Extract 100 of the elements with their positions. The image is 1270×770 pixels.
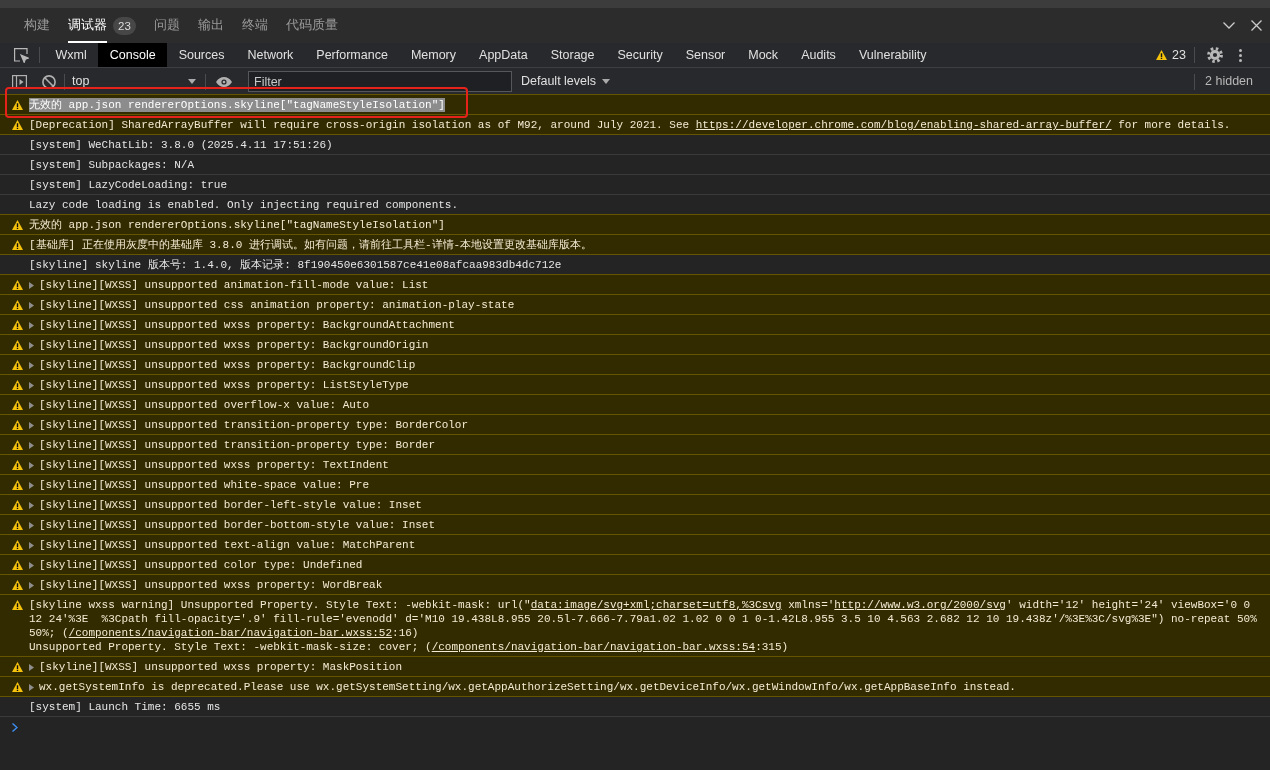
- console-message: [skyline][WXSS] unsupported wxss property: TextIndent: [39, 458, 389, 472]
- console-message: 无效的 app.json rendererOptions.skyline["tagNameStyleIsolation"]: [29, 218, 445, 232]
- devtools-tab[interactable]: Audits: [789, 43, 848, 67]
- sidebar-toggle-icon[interactable]: [12, 74, 27, 89]
- devtools-tab[interactable]: Network: [236, 43, 305, 67]
- link[interactable]: http://www.w3.org/2000/svg: [834, 599, 1006, 611]
- warning-icon: [1156, 50, 1168, 60]
- warning-icon: [12, 500, 23, 510]
- caret-icon[interactable]: [29, 481, 34, 489]
- warning-icon: [12, 240, 23, 250]
- warning-icon: [12, 580, 23, 590]
- panel-tab[interactable]: 终端: [232, 8, 277, 43]
- caret-icon[interactable]: [29, 521, 34, 529]
- console-message: [skyline][WXSS] unsupported wxss property: ListStyleType: [39, 378, 409, 392]
- devtools-tab[interactable]: Mock: [736, 43, 790, 67]
- count-badge: 23: [113, 16, 136, 35]
- warning-icon: [12, 600, 23, 610]
- devtools-tab[interactable]: Sources: [167, 43, 236, 67]
- caret-icon: [188, 79, 196, 84]
- console-message: Lazy code loading is enabled. Only injecting required components.: [29, 198, 459, 212]
- console-message: [Deprecation] SharedArrayBuffer will require cross-origin isolation as of M92, around July 2021. See https://developer.chrome.com/blog/enabling-shared-array-buffer/ for more details.: [29, 118, 1231, 132]
- close-icon[interactable]: [1251, 20, 1262, 31]
- console-message: [skyline wxss warning] Unsupported Property. Style Text: -webkit-mask: url("data:image/svg+xml;charset=utf8,%3Csvg xmlns='http://www.w3.org/2000/svg' width='12' height='24' viewBox='0 0 12 24'%3E %3Cpath fill-opacity='.9' fill-rule='evenodd' d='M10 19.438L8.955 20.5l-7.666-7.79a1.02 1.02 0 0 1 0-1.42L8.955 3.5 10 4.563 2.682 12 10 19.438z'/%3E%3C/svg%3E") no-repeat 50% 50%; (/components/navigation-bar/navigation-bar.wxss:52:16) Unsupported Property. Style Text: -webkit-mask-size: cover; (/components/navigation-bar/navigation-bar.wxss:54:315): [29, 598, 1258, 654]
- console-message: [system] WeChatLib: 3.8.0 (2025.4.11 17:51:26): [29, 138, 333, 152]
- warning-icon: [12, 420, 23, 430]
- devtools-tab[interactable]: Sensor: [674, 43, 737, 67]
- caret-icon[interactable]: [29, 663, 34, 671]
- more-icon[interactable]: [1239, 48, 1242, 62]
- caret-icon[interactable]: [29, 541, 34, 549]
- console-message: [skyline][WXSS] unsupported overflow-x value: Auto: [39, 398, 370, 412]
- console-message: [system] Subpackages: N/A: [29, 158, 195, 172]
- link[interactable]: data:image/svg+xml;charset=utf8,%3Csvg: [530, 599, 782, 611]
- console-message: [system] Launch Time: 6655 ms: [29, 700, 221, 714]
- console-message: [skyline] skyline 版本号: 1.4.0, 版本记录: 8f190450e6301587ce41e08afcaa983db4dc712e: [29, 258, 562, 272]
- panel-tab[interactable]: 构建: [15, 8, 59, 43]
- warning-icon: [12, 220, 23, 230]
- warning-icon: [12, 340, 23, 350]
- console-message: [skyline][WXSS] unsupported wxss property: WordBreak: [39, 578, 383, 592]
- warning-icon: [12, 360, 23, 370]
- warning-icon: [12, 480, 23, 490]
- warning-icon: [12, 682, 23, 692]
- prompt-icon[interactable]: [12, 722, 18, 732]
- warning-icon: [12, 320, 23, 330]
- caret-icon[interactable]: [29, 281, 34, 289]
- devtools-tab[interactable]: Security: [606, 43, 675, 67]
- filter-field[interactable]: Filter: [248, 71, 512, 92]
- warning-icon: [12, 440, 23, 450]
- panel-tab[interactable]: 代码质量: [276, 8, 347, 43]
- caret-icon[interactable]: [29, 683, 34, 691]
- devtools-tab[interactable]: Performance: [304, 43, 400, 67]
- hidden-count: 2 hidden: [1205, 73, 1253, 91]
- warning-icon: [12, 380, 23, 390]
- caret-icon[interactable]: [29, 381, 34, 389]
- caret-icon[interactable]: [29, 461, 34, 469]
- panel-tab[interactable]: 输出: [188, 8, 233, 43]
- console-message: [skyline][WXSS] unsupported text-align value: MatchParent: [39, 538, 416, 552]
- console-message: [skyline][WXSS] unsupported border-bottom-style value: Inset: [39, 518, 436, 532]
- caret-icon[interactable]: [29, 581, 34, 589]
- caret-icon[interactable]: [29, 501, 34, 509]
- context-select[interactable]: top: [65, 69, 205, 94]
- levels-dropdown[interactable]: Default levels: [521, 72, 611, 91]
- devtools-tab[interactable]: Memory: [399, 43, 468, 67]
- console-message: [skyline][WXSS] unsupported transition-property type: BorderColor: [39, 418, 469, 432]
- devtools-tab[interactable]: Wxml: [44, 43, 99, 67]
- link[interactable]: /components/navigation-bar/navigation-bar.wxss:52: [68, 627, 393, 639]
- warning-icon: [12, 540, 23, 550]
- link[interactable]: /components/navigation-bar/navigation-bar.wxss:54: [431, 641, 756, 653]
- settings-icon[interactable]: [1207, 47, 1223, 63]
- devtools-tab[interactable]: Vulnerability: [847, 43, 938, 67]
- caret-icon[interactable]: [29, 441, 34, 449]
- panel-tab[interactable]: 问题: [144, 8, 189, 43]
- link[interactable]: https://developer.chrome.com/blog/enabling-shared-array-buffer/: [695, 119, 1112, 131]
- eye-icon[interactable]: [216, 76, 232, 87]
- console-message: [skyline][WXSS] unsupported wxss property: BackgroundAttachment: [39, 318, 455, 332]
- issues-button[interactable]: 23: [1156, 45, 1186, 65]
- warning-icon: [12, 662, 23, 672]
- caret-icon[interactable]: [29, 361, 34, 369]
- devtools-tab[interactable]: AppData: [467, 43, 540, 67]
- warning-icon: [12, 460, 23, 470]
- devtools-tab[interactable]: Console: [98, 43, 168, 67]
- console-message: [skyline][WXSS] unsupported transition-property type: Border: [39, 438, 436, 452]
- block-icon[interactable]: [42, 74, 56, 89]
- devtools-tab[interactable]: Storage: [539, 43, 606, 67]
- caret-icon[interactable]: [29, 341, 34, 349]
- console-message: [skyline][WXSS] unsupported wxss property: MaskPosition: [39, 660, 403, 674]
- caret-icon[interactable]: [29, 321, 34, 329]
- console-message: [skyline][WXSS] unsupported css animation property: animation-play-state: [39, 298, 515, 312]
- inspect-icon[interactable]: [14, 47, 29, 63]
- chevron-down-icon[interactable]: [1223, 22, 1235, 29]
- warning-icon: [12, 520, 23, 530]
- console-message: [system] LazyCodeLoading: true: [29, 178, 228, 192]
- caret-icon[interactable]: [29, 301, 34, 309]
- console-message: [skyline][WXSS] unsupported wxss property: BackgroundClip: [39, 358, 416, 372]
- caret-icon[interactable]: [29, 401, 34, 409]
- console-message: [skyline][WXSS] unsupported color type: Undefined: [39, 558, 363, 572]
- caret-icon[interactable]: [29, 561, 34, 569]
- warning-icon: [12, 100, 23, 110]
- warning-icon: [12, 300, 23, 310]
- caret-icon[interactable]: [29, 421, 34, 429]
- console-message: [skyline][WXSS] unsupported animation-fill-mode value: List: [39, 278, 429, 292]
